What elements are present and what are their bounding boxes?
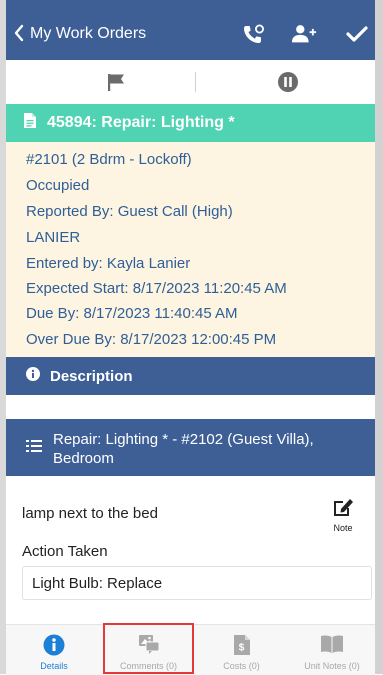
action-toolbar xyxy=(6,60,375,105)
action-taken-value: Light Bulb: Replace xyxy=(32,574,163,592)
top-nav-bar: My Work Orders xyxy=(6,0,375,60)
book-icon xyxy=(320,634,344,659)
detail-guest-name: LANIER xyxy=(26,229,81,246)
chevron-left-icon xyxy=(14,24,24,45)
svg-text:$: $ xyxy=(238,643,244,654)
work-order-title: 45894: Repair: Lighting * xyxy=(47,114,235,131)
content: My Work Orders 45894: Repair: Lighting *… xyxy=(6,0,375,675)
pause-icon[interactable] xyxy=(277,71,299,98)
action-taken-label: Action Taken xyxy=(22,543,108,560)
note-button-label: Note xyxy=(333,523,353,533)
tab-costs-label: Costs (0) xyxy=(223,661,260,671)
detail-occupancy: Occupied xyxy=(26,177,90,194)
note-button[interactable]: Note xyxy=(328,497,358,533)
work-order-details: #2101 (2 Bdrm - Lockoff) Occupied Report… xyxy=(6,142,375,357)
comments-icon xyxy=(138,634,160,659)
description-section[interactable]: Description xyxy=(6,357,375,395)
tab-comments-label: Comments (0) xyxy=(119,661,177,671)
info-icon xyxy=(26,366,40,386)
back-label: My Work Orders xyxy=(30,25,147,42)
tab-unit-notes[interactable]: Unit Notes (0) xyxy=(289,625,375,675)
phone-refresh-icon[interactable] xyxy=(241,22,267,46)
spacer xyxy=(6,395,375,419)
back-button[interactable]: My Work Orders xyxy=(14,24,146,44)
tab-unit-notes-label: Unit Notes (0) xyxy=(304,661,360,671)
detail-over-due-by: Over Due By: 8/17/2023 12:00:45 PM xyxy=(26,331,277,348)
detail-reported-by: Reported By: Guest Call (High) xyxy=(26,203,233,220)
description-label: Description xyxy=(50,367,133,385)
task-list-icon xyxy=(26,439,42,458)
task-notes: lamp next to the bed xyxy=(22,505,158,522)
info-icon xyxy=(43,634,65,661)
tab-costs[interactable]: $ Costs (0) xyxy=(194,625,289,675)
document-icon xyxy=(23,112,37,134)
work-order-header: 45894: Repair: Lighting * xyxy=(6,104,375,142)
checkmark-icon[interactable] xyxy=(344,22,370,46)
tab-details[interactable]: Details xyxy=(16,625,92,675)
edit-note-icon xyxy=(332,499,354,521)
task-header[interactable]: Repair: Lighting * - #2102 (Guest Villa)… xyxy=(6,419,375,476)
detail-due-by: Due By: 8/17/2023 11:40:45 AM xyxy=(26,305,238,322)
tab-comments[interactable]: Comments (0) xyxy=(103,625,194,675)
action-taken-field[interactable]: Light Bulb: Replace xyxy=(22,566,372,600)
flag-icon[interactable] xyxy=(106,72,126,97)
app-screen: My Work Orders 45894: Repair: Lighting *… xyxy=(0,0,383,675)
task-title: Repair: Lighting * - #2102 (Guest Villa)… xyxy=(53,431,314,467)
detail-expected-start: Expected Start: 8/17/2023 11:20:45 AM xyxy=(26,280,287,297)
tab-details-label: Details xyxy=(40,661,68,671)
right-scrollbar[interactable] xyxy=(375,0,383,674)
toolbar-divider xyxy=(195,72,196,92)
add-user-icon[interactable] xyxy=(291,22,317,46)
detail-entered-by: Entered by: Kayla Lanier xyxy=(26,255,191,272)
costs-icon: $ xyxy=(233,634,251,661)
detail-unit: #2101 (2 Bdrm - Lockoff) xyxy=(26,151,192,168)
bottom-tab-bar: Details Comments (0) $ Costs (0) Unit No… xyxy=(6,624,375,675)
